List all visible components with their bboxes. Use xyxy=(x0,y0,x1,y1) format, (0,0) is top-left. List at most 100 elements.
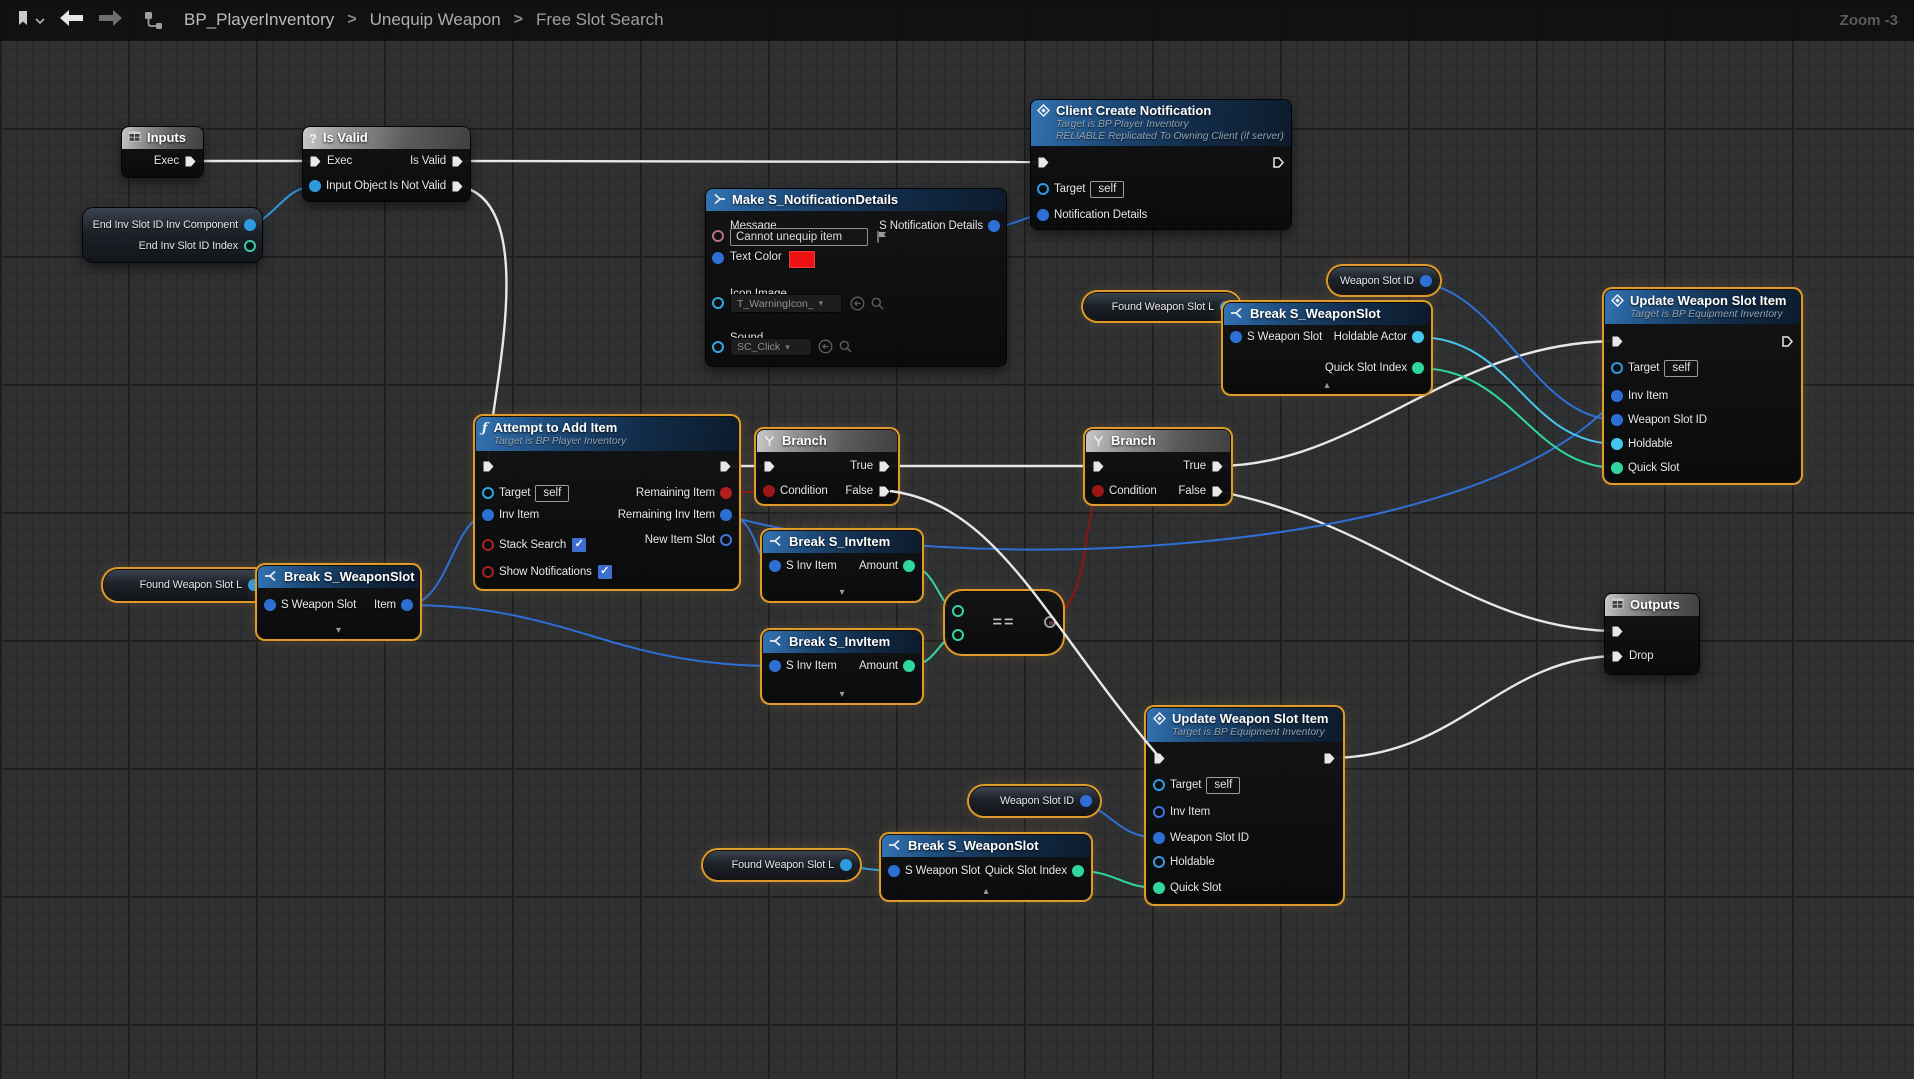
exec-pin[interactable] xyxy=(1211,485,1224,498)
checkbox[interactable]: ✓ xyxy=(597,564,613,580)
data-pin[interactable] xyxy=(840,859,852,871)
found-weapon-slot-top[interactable]: Found Weapon Slot L xyxy=(1084,293,1239,320)
exec-pin[interactable] xyxy=(184,155,197,168)
branch-node-2[interactable]: BranchConditionTrueFalse xyxy=(1086,430,1230,503)
bookmark-button[interactable] xyxy=(16,10,45,31)
end-inv-slot-node[interactable]: End Inv Slot ID Inv ComponentEnd Inv Slo… xyxy=(83,208,262,262)
data-pin[interactable] xyxy=(720,509,732,521)
target-self-field[interactable]: self xyxy=(1090,181,1124,198)
data-pin[interactable] xyxy=(720,534,732,546)
update-weapon-slot-item-right[interactable]: Update Weapon Slot ItemTarget is BP Equi… xyxy=(1605,290,1800,482)
data-pin[interactable] xyxy=(401,599,413,611)
data-pin[interactable] xyxy=(1080,795,1092,807)
data-pin[interactable] xyxy=(1611,438,1623,450)
data-pin[interactable] xyxy=(903,560,915,572)
exec-pin[interactable] xyxy=(1323,752,1336,765)
inputs-node[interactable]: InputsExec xyxy=(122,127,203,177)
data-pin[interactable] xyxy=(1037,183,1049,195)
data-pin[interactable] xyxy=(482,566,494,578)
data-pin[interactable] xyxy=(1072,865,1084,877)
found-weapon-slot-bottom[interactable]: Found Weapon Slot L xyxy=(704,851,859,879)
data-pin[interactable] xyxy=(1611,362,1623,374)
break-weapon-slot-bottom[interactable]: Break S_WeaponSlotS Weapon SlotQuick Slo… xyxy=(882,835,1090,899)
data-pin[interactable] xyxy=(763,485,775,497)
client-create-notification-node[interactable]: Client Create NotificationTarget is BP P… xyxy=(1031,100,1291,229)
data-pin[interactable] xyxy=(1153,856,1165,868)
data-pin[interactable] xyxy=(1412,362,1424,374)
target-self-field[interactable]: self xyxy=(535,485,569,502)
exec-pin[interactable] xyxy=(1272,156,1285,169)
data-pin[interactable] xyxy=(712,230,724,242)
attempt-to-add-item-node[interactable]: ƒAttempt to Add ItemTarget is BP Player … xyxy=(476,417,738,588)
data-pin[interactable] xyxy=(1611,462,1623,474)
chevron-up-icon[interactable]: ▴ xyxy=(882,886,1090,898)
exec-pin[interactable] xyxy=(309,155,322,168)
target-self-field[interactable]: self xyxy=(1206,777,1240,794)
break-weapon-slot-top[interactable]: Break S_WeaponSlotS Weapon SlotHoldable … xyxy=(1224,303,1430,393)
data-pin[interactable] xyxy=(888,865,900,877)
exec-pin[interactable] xyxy=(719,460,732,473)
data-pin[interactable] xyxy=(952,605,964,617)
data-pin[interactable] xyxy=(988,220,1000,232)
data-pin[interactable] xyxy=(712,341,724,353)
weapon-slot-id-var-bottom[interactable]: Weapon Slot ID xyxy=(970,787,1099,815)
use-selected-icon[interactable] xyxy=(818,339,833,359)
data-pin[interactable] xyxy=(1153,779,1165,791)
asset-dropdown[interactable]: SC_Click▾ xyxy=(730,338,812,356)
data-pin[interactable] xyxy=(720,487,732,499)
chevron-up-icon[interactable]: ▴ xyxy=(1224,380,1430,392)
break-inv-item-2[interactable]: Break S_InvItemS Inv ItemAmount▾ xyxy=(763,631,921,702)
chevron-down-icon[interactable]: ▾ xyxy=(258,625,419,637)
data-pin[interactable] xyxy=(903,660,915,672)
data-pin[interactable] xyxy=(952,629,964,641)
exec-pin[interactable] xyxy=(451,155,464,168)
exec-pin[interactable] xyxy=(1037,156,1050,169)
break-inv-item-1[interactable]: Break S_InvItemS Inv ItemAmount▾ xyxy=(763,531,921,600)
is-valid-node[interactable]: ?Is ValidExecInput ObjectIs ValidIs Not … xyxy=(303,127,470,201)
color-swatch[interactable] xyxy=(788,250,816,269)
exec-pin[interactable] xyxy=(1611,650,1624,663)
data-pin[interactable] xyxy=(1037,209,1049,221)
exec-pin[interactable] xyxy=(1611,625,1624,638)
data-pin[interactable] xyxy=(1611,390,1623,402)
chevron-down-icon[interactable]: ▾ xyxy=(763,689,921,701)
text-input[interactable]: Cannot unequip item xyxy=(730,228,868,246)
exec-pin[interactable] xyxy=(878,460,891,473)
weapon-slot-id-var-top[interactable]: Weapon Slot ID xyxy=(1329,267,1439,294)
exec-pin[interactable] xyxy=(451,180,464,193)
exec-pin[interactable] xyxy=(1153,752,1166,765)
search-icon[interactable] xyxy=(838,339,853,359)
target-self-field[interactable]: self xyxy=(1664,360,1698,377)
exec-pin[interactable] xyxy=(1211,460,1224,473)
update-weapon-slot-item-bottom[interactable]: Update Weapon Slot ItemTarget is BP Equi… xyxy=(1147,708,1342,903)
data-pin[interactable] xyxy=(1230,331,1242,343)
breadcrumb-item[interactable]: Free Slot Search xyxy=(536,10,664,30)
use-selected-icon[interactable] xyxy=(850,296,865,316)
data-pin[interactable] xyxy=(244,240,256,252)
data-pin[interactable] xyxy=(482,509,494,521)
outputs-node[interactable]: OutputsDrop xyxy=(1605,594,1699,674)
breadcrumb-item[interactable]: BP_PlayerInventory xyxy=(184,10,334,30)
chevron-down-icon[interactable]: ▾ xyxy=(763,587,921,599)
graph-canvas[interactable]: InputsExec ?Is ValidExecInput ObjectIs Va… xyxy=(0,0,1914,1079)
exec-pin[interactable] xyxy=(1611,335,1624,348)
data-pin[interactable] xyxy=(769,560,781,572)
data-pin[interactable] xyxy=(712,297,724,309)
search-icon[interactable] xyxy=(870,296,885,316)
asset-dropdown[interactable]: T_WarningIcon_▾ xyxy=(730,294,842,313)
equals-node[interactable]: == xyxy=(946,592,1062,653)
data-pin[interactable] xyxy=(1044,616,1056,628)
data-pin[interactable] xyxy=(309,180,321,192)
data-pin[interactable] xyxy=(1412,331,1424,343)
forward-button[interactable] xyxy=(99,10,123,31)
data-pin[interactable] xyxy=(712,252,724,264)
exec-pin[interactable] xyxy=(878,485,891,498)
data-pin[interactable] xyxy=(1420,275,1432,287)
data-pin[interactable] xyxy=(1153,806,1165,818)
found-weapon-slot-left[interactable]: Found Weapon Slot L xyxy=(104,570,267,600)
break-weapon-slot-left[interactable]: Break S_WeaponSlotS Weapon SlotItem▾ xyxy=(258,566,419,638)
data-pin[interactable] xyxy=(482,487,494,499)
make-notification-details-node[interactable]: Make S_NotificationDetailsS Notification… xyxy=(706,189,1006,366)
exec-pin[interactable] xyxy=(763,460,776,473)
data-pin[interactable] xyxy=(482,539,494,551)
